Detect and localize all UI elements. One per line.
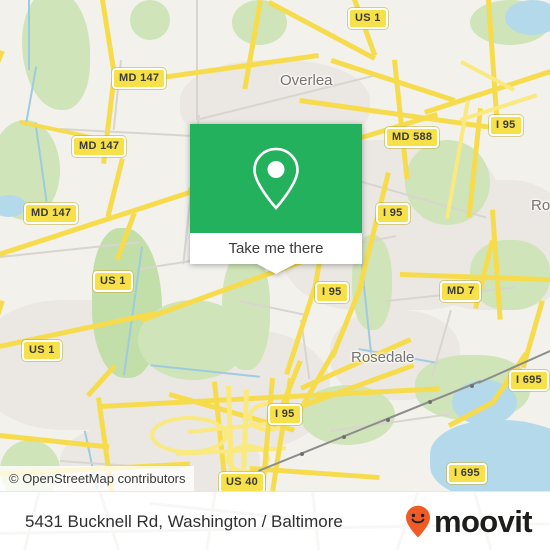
highway-shield-us-1: US 1 [348,8,388,29]
highway-shield-i-695: I 695 [509,370,549,391]
map-callout-card[interactable]: Take me there [190,124,362,274]
railway-marker [470,384,474,388]
highway-shield-i-695: I 695 [447,463,487,484]
highway-shield-md-147: MD 147 [72,136,127,157]
place-label-rosedale: Rosedale [351,349,415,366]
railway-marker [342,435,346,439]
railway-marker [300,452,304,456]
moovit-wordmark: moovit [433,504,533,539]
highway-shield-i-95: I 95 [315,282,349,303]
highway-shield-i-95: I 95 [268,404,302,425]
moovit-logo: moovit [405,492,533,550]
callout-image-area [190,124,362,233]
highway-shield-md-588: MD 588 [385,127,440,148]
map-pin-icon [253,147,299,210]
place-label-overlea: Overlea [280,72,333,89]
highway-shield-i-95: I 95 [376,203,410,224]
park-area [130,0,170,40]
moovit-map-screenshot: Overlea Rosedale Ro US 1 MD 147 MD 147 M… [0,0,550,550]
highway-shield-md-147: MD 147 [112,68,167,89]
footer-bar: 5431 Bucknell Rd, Washington / Baltimore… [0,491,550,550]
footer-address-label: 5431 Bucknell Rd, Washington / Baltimore [25,511,343,531]
highway-ramp [150,416,228,454]
minor-road [196,0,198,120]
highway-shield-md-147: MD 147 [24,203,79,224]
highway-shield-md-7: MD 7 [440,281,482,302]
map-attribution[interactable]: © OpenStreetMap contributors [0,466,194,491]
callout-tail [257,264,295,274]
highway-shield-us-1: US 1 [93,271,133,292]
moovit-pin-icon [405,505,430,538]
take-me-there-button[interactable]: Take me there [190,233,362,264]
highway-shield-us-1: US 1 [22,340,62,361]
stream [28,0,30,70]
map-canvas[interactable]: Overlea Rosedale Ro US 1 MD 147 MD 147 M… [0,0,550,491]
railway-marker [428,400,432,404]
highway-shield-i-95: I 95 [489,115,523,136]
railway-marker [386,418,390,422]
highway-shield-us-40: US 40 [219,472,266,491]
place-label-rosedale-edge: Ro [531,197,550,214]
